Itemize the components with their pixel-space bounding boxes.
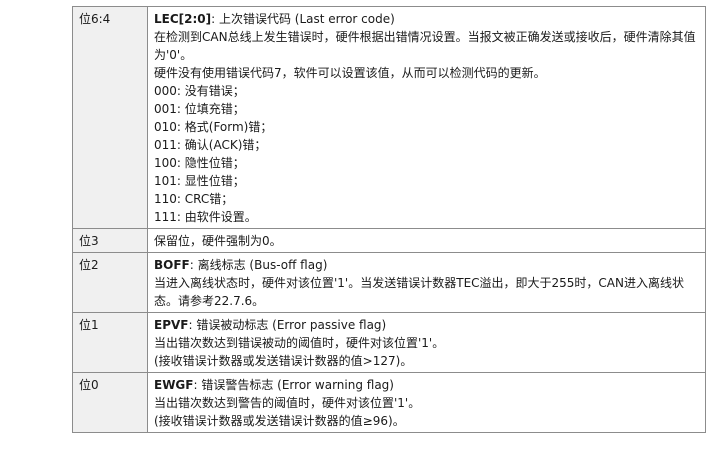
bit-position-cell: 位6:4 [72, 6, 148, 229]
field-title-text: : 错误被动标志 (Error passive flag) [188, 318, 387, 332]
error-code-111: 111: 由软件设置。 [154, 210, 257, 224]
bit-description-cell: 保留位，硬件强制为0。 [147, 228, 706, 253]
table-row: 位2 BOFF: 离线标志 (Bus-off flag) 当进入离线状态时，硬件… [72, 252, 706, 313]
description-line: 当出错次数达到警告的阈值时，硬件对该位置'1'。 [154, 396, 421, 410]
bit-position-cell: 位0 [72, 372, 148, 433]
field-title: EWGF: 错误警告标志 (Error warning flag) [154, 376, 699, 394]
field-title: BOFF: 离线标志 (Bus-off flag) [154, 256, 699, 274]
error-code-010: 010: 格式(Form)错； [154, 120, 273, 134]
field-title-text: : 上次错误代码 (Last error code) [211, 12, 395, 26]
field-title: LEC[2:0]: 上次错误代码 (Last error code) [154, 10, 699, 28]
description-line: (接收错误计数器或发送错误计数器的值>127)。 [154, 354, 413, 368]
field-title: EPVF: 错误被动标志 (Error passive flag) [154, 316, 699, 334]
description-line: 在检测到CAN总线上发生错误时，硬件根据出错情况设置。当报文被正确发送或接收后，… [154, 30, 696, 62]
table-row: 位1 EPVF: 错误被动标志 (Error passive flag) 当出错… [72, 312, 706, 373]
description-line: 保留位，硬件强制为0。 [154, 234, 282, 248]
field-name: EWGF [154, 378, 194, 392]
bit-description-cell: BOFF: 离线标志 (Bus-off flag) 当进入离线状态时，硬件对该位… [147, 252, 706, 313]
bit-description-cell: EPVF: 错误被动标志 (Error passive flag) 当出错次数达… [147, 312, 706, 373]
bit-description-cell: EWGF: 错误警告标志 (Error warning flag) 当出错次数达… [147, 372, 706, 433]
bit-position-cell: 位3 [72, 228, 148, 253]
error-code-110: 110: CRC错； [154, 192, 234, 206]
bit-position-cell: 位1 [72, 312, 148, 373]
table-row: 位0 EWGF: 错误警告标志 (Error warning flag) 当出错… [72, 372, 706, 433]
error-code-000: 000: 没有错误； [154, 84, 245, 98]
description-line: 当出错次数达到错误被动的阈值时，硬件对该位置'1'。 [154, 336, 445, 350]
error-code-101: 101: 显性位错； [154, 174, 245, 188]
register-bit-table: 位6:4 LEC[2:0]: 上次错误代码 (Last error code) … [72, 6, 706, 433]
bit-description-cell: LEC[2:0]: 上次错误代码 (Last error code) 在检测到C… [147, 6, 706, 229]
field-name: EPVF [154, 318, 189, 332]
bit-position-cell: 位2 [72, 252, 148, 313]
description-line: 硬件没有使用错误代码7，软件可以设置该值，从而可以检测代码的更新。 [154, 66, 546, 80]
table-row: 位3 保留位，硬件强制为0。 [72, 228, 706, 253]
error-code-001: 001: 位填充错； [154, 102, 245, 116]
field-title-text: : 离线标志 (Bus-off flag) [189, 258, 328, 272]
field-name: BOFF [154, 258, 190, 272]
description-line: (接收错误计数器或发送错误计数器的值≥96)。 [154, 414, 405, 428]
description-line: 当进入离线状态时，硬件对该位置'1'。当发送错误计数器TEC溢出，即大于255时… [154, 276, 684, 308]
error-code-011: 011: 确认(ACK)错； [154, 138, 267, 152]
table-row: 位6:4 LEC[2:0]: 上次错误代码 (Last error code) … [72, 6, 706, 229]
field-name: LEC[2:0] [154, 12, 212, 26]
field-title-text: : 错误警告标志 (Error warning flag) [193, 378, 394, 392]
error-code-100: 100: 隐性位错； [154, 156, 245, 170]
